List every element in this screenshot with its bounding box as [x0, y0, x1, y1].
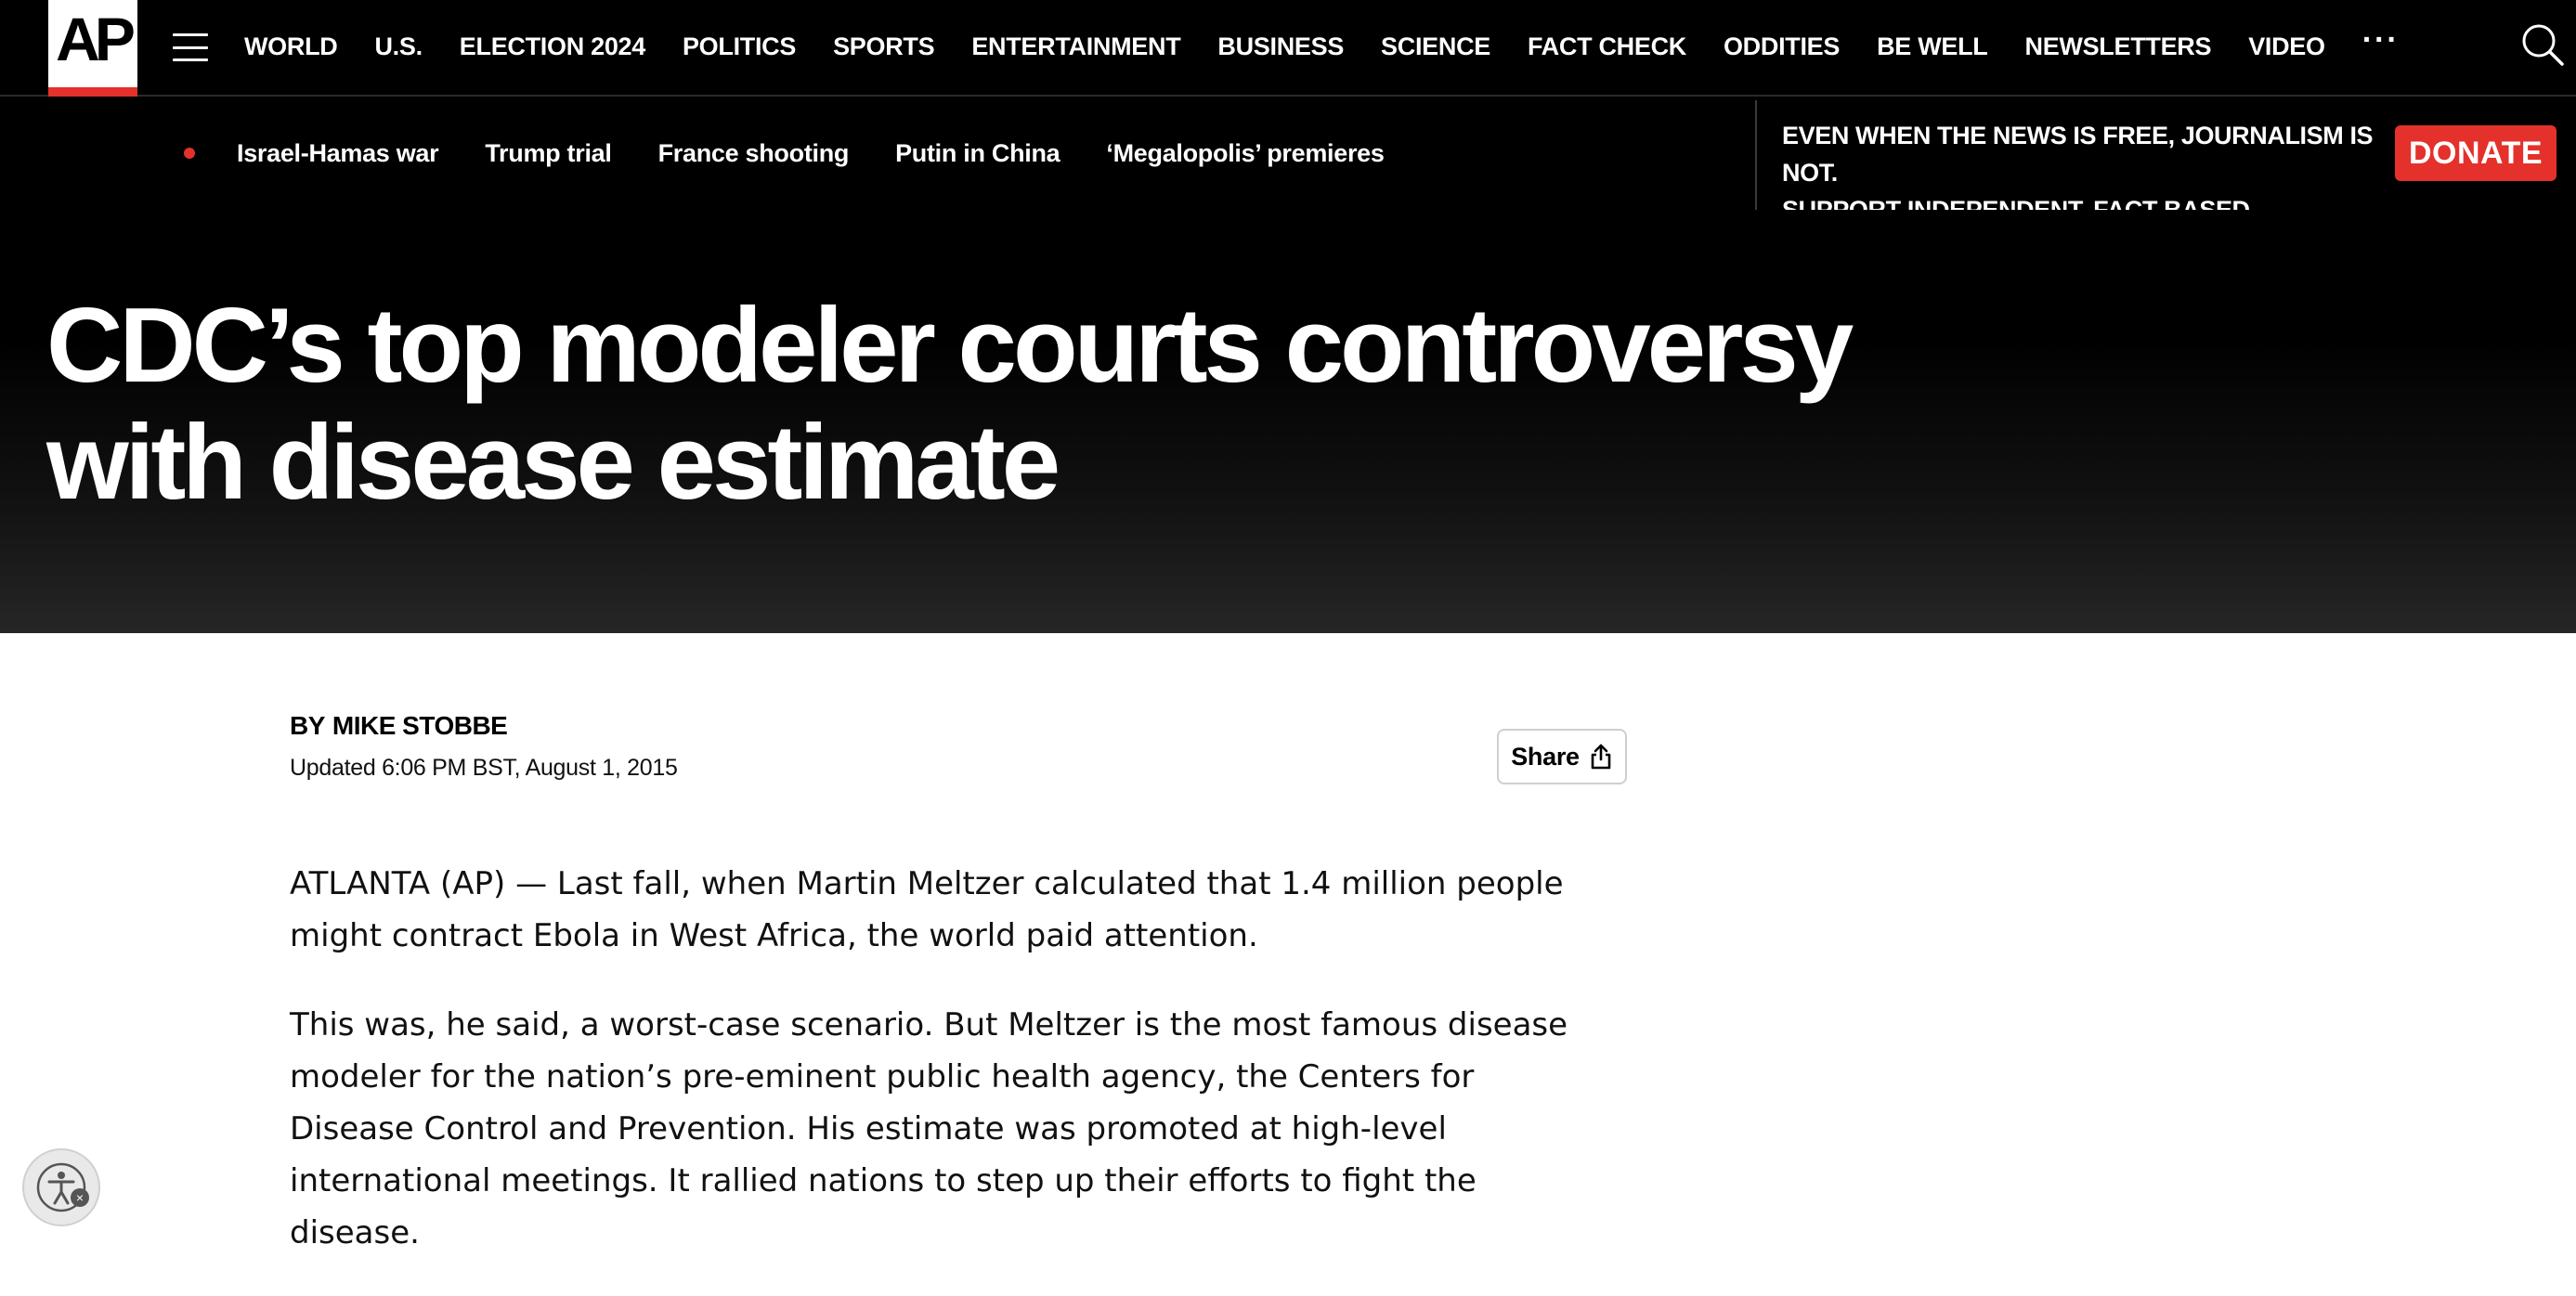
byline: BY MIKE STOBBE	[290, 711, 508, 741]
accessibility-widget-button[interactable]	[22, 1148, 100, 1226]
headline-line-1: CDC’s top modeler courts controversy	[46, 287, 1854, 405]
hamburger-menu-icon[interactable]	[173, 33, 208, 61]
nav-item-entertainment[interactable]: ENTERTAINMENT	[971, 32, 1180, 61]
nav-item-politics[interactable]: POLITICS	[683, 32, 796, 61]
more-menu-icon[interactable]: ···	[2362, 24, 2400, 62]
share-label: Share	[1511, 742, 1580, 771]
ap-logo[interactable]: AP	[48, 0, 137, 97]
nav-item-video[interactable]: VIDEO	[2248, 32, 2325, 61]
nav-item-fact-check[interactable]: FACT CHECK	[1528, 32, 1686, 61]
main-nav: WORLD U.S. ELECTION 2024 POLITICS SPORTS…	[244, 0, 2400, 93]
nav-item-election-2024[interactable]: ELECTION 2024	[460, 32, 645, 61]
nav-item-business[interactable]: BUSINESS	[1217, 32, 1344, 61]
nav-item-be-well[interactable]: BE WELL	[1877, 32, 1988, 61]
article-paragraph: ATLANTA (AP) — Last fall, when Martin Me…	[290, 865, 1564, 954]
share-icon	[1591, 744, 1611, 770]
byline-prefix: BY	[290, 711, 325, 740]
updated-timestamp: Updated 6:06 PM BST, August 1, 2015	[290, 755, 678, 781]
nav-item-world[interactable]: WORLD	[244, 32, 338, 61]
trending-item-israel-hamas-war[interactable]: Israel-Hamas war	[237, 139, 439, 168]
article-body: ATLANTA (AP) — Last fall, when Martin Me…	[290, 858, 1590, 1296]
donate-line-1: EVEN WHEN THE NEWS IS FREE, JOURNALISM I…	[1782, 122, 2374, 187]
nav-item-oddities[interactable]: ODDITIES	[1724, 32, 1840, 61]
trending-item-trump-trial[interactable]: Trump trial	[485, 139, 612, 168]
trending-item-putin-in-china[interactable]: Putin in China	[895, 139, 1060, 168]
author-name[interactable]: MIKE STOBBE	[332, 711, 508, 740]
top-nav: AP WORLD U.S. ELECTION 2024 POLITICS SPO…	[0, 0, 2576, 97]
nav-item-us[interactable]: U.S.	[374, 32, 423, 61]
donate-divider	[1755, 100, 1757, 210]
nav-item-sports[interactable]: SPORTS	[833, 32, 935, 61]
page-title: CDC’s top modeler courts controversy wit…	[46, 288, 1904, 522]
donate-button[interactable]: DONATE	[2395, 125, 2556, 181]
article-paragraph: This was, he said, a worst-case scenario…	[290, 1006, 1568, 1251]
search-icon[interactable]	[2520, 22, 2565, 67]
nav-item-newsletters[interactable]: NEWSLETTERS	[2025, 32, 2212, 61]
trending-item-megalopolis-premieres[interactable]: ‘Megalopolis’ premieres	[1106, 139, 1385, 168]
nav-item-science[interactable]: SCIENCE	[1381, 32, 1490, 61]
trending-links: Israel-Hamas war Trump trial France shoo…	[237, 97, 1431, 210]
share-button[interactable]: Share	[1497, 729, 1627, 784]
live-dot-icon	[184, 148, 195, 159]
trending-item-france-shooting[interactable]: France shooting	[658, 139, 850, 168]
logo-text: AP	[56, 5, 136, 73]
close-icon[interactable]: ×	[71, 1188, 89, 1207]
headline-line-2: with disease estimate	[46, 404, 1060, 522]
